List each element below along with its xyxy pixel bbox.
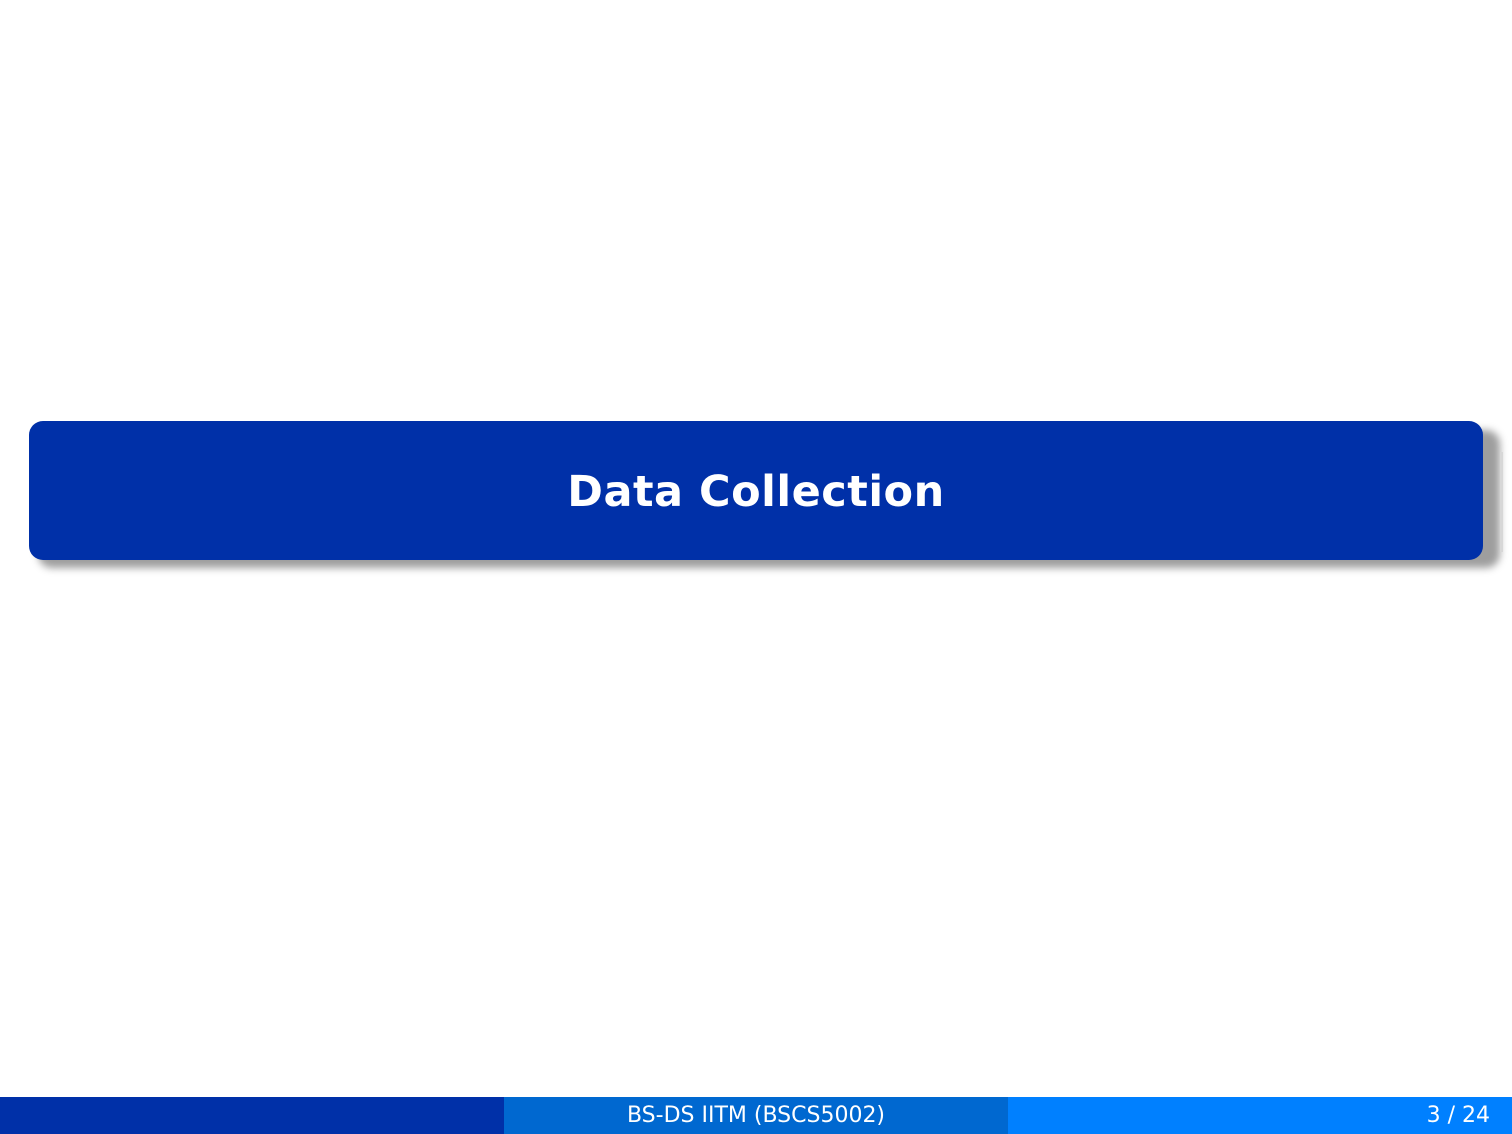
footer-course-label: BS-DS IITM (BSCS5002) (626, 1102, 886, 1128)
presentation-slide: Data Collection BS-DS IITM (BSCS5002) 3 … (0, 0, 1512, 1134)
section-title-box: Data Collection (29, 421, 1483, 560)
footer-page-section: 3 / 24 (1008, 1097, 1512, 1134)
slide-footer: BS-DS IITM (BSCS5002) 3 / 24 (0, 1097, 1512, 1134)
section-title: Data Collection (567, 467, 945, 517)
footer-left-section (0, 1097, 504, 1134)
footer-course-title: BS-DS IITM (BSCS5002) (504, 1097, 1008, 1134)
right-edge-divider (1500, 452, 1503, 552)
page-number: 3 / 24 (1426, 1102, 1490, 1128)
